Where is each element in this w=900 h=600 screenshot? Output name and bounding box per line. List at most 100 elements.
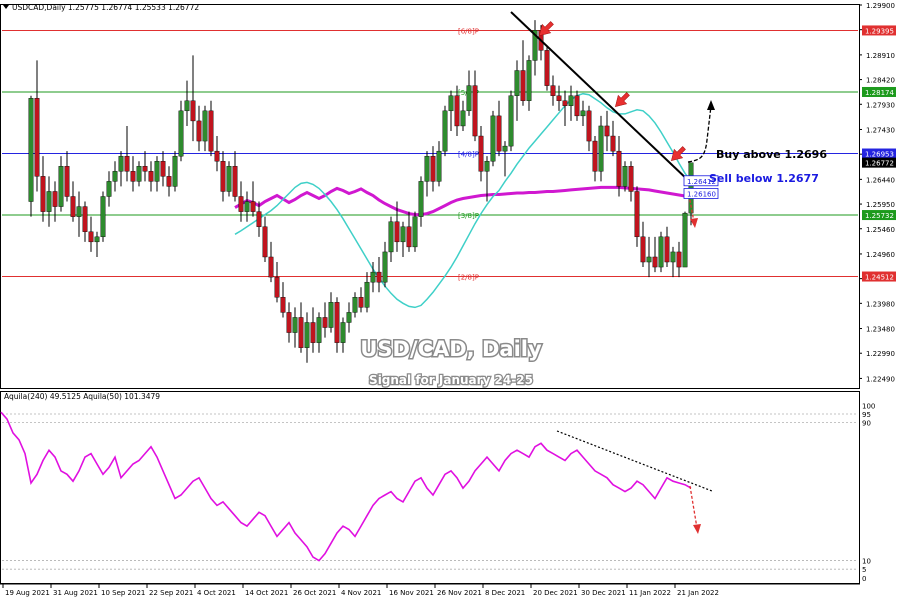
candle-body-86	[544, 50, 550, 86]
candle-body-4	[52, 191, 58, 207]
price-tick-label-13: 1.23480	[866, 326, 895, 334]
level-label-3: [3/8]P	[458, 212, 479, 220]
candle-body-67	[430, 155, 436, 182]
candle-body-80	[508, 95, 514, 147]
candle-body-82	[520, 70, 526, 101]
time-tick-label-0: 19 Aug 2021	[5, 589, 50, 597]
candle-body-102	[640, 236, 646, 263]
candle-body-44	[292, 317, 298, 333]
time-tick-label-12: 30 Dec 2021	[581, 589, 626, 597]
candle-body-2	[40, 176, 46, 212]
candle-body-68	[436, 150, 442, 182]
candle-body-8	[76, 206, 82, 217]
candle-body-34	[232, 166, 238, 197]
candle-body-59	[382, 251, 388, 283]
candle-body-105	[658, 236, 664, 268]
candle-body-89	[562, 100, 568, 106]
candle-body-20	[148, 171, 154, 182]
candle-body-47	[310, 322, 316, 343]
candle-body-87	[550, 85, 556, 96]
price-tick-label-7: 1.26440	[866, 176, 895, 184]
candle-body-54	[352, 297, 358, 313]
time-tick-label-2: 10 Sep 2021	[101, 589, 145, 597]
candle-body-109	[682, 212, 688, 268]
level-tag-text-1: 1.28174	[865, 89, 894, 97]
candle-body-10	[88, 231, 94, 243]
candle-body-61	[394, 221, 400, 243]
level-label-2: [4/8]P	[458, 151, 479, 159]
candle-body-18	[136, 166, 142, 182]
time-tick-label-3: 22 Sep 2021	[149, 589, 193, 597]
candle-body-71	[454, 95, 460, 127]
candle-body-55	[358, 297, 364, 308]
price-tick-label-9: 1.25460	[866, 226, 895, 234]
candle-body-73	[466, 85, 472, 112]
candle-body-108	[676, 251, 682, 268]
price-tick-label-15: 1.22490	[866, 375, 895, 383]
candle-body-13	[106, 181, 112, 197]
candle-body-106	[664, 236, 670, 263]
candle-body-7	[70, 196, 76, 217]
sell-annotation: Sell below 1.2677	[709, 172, 819, 185]
level-tag-text-3: 1.25732	[865, 212, 894, 220]
candle-body-31	[214, 150, 220, 162]
candle-body-36	[244, 201, 250, 212]
candle-body-9	[82, 206, 88, 232]
time-tick-label-10: 8 Dec 2021	[485, 589, 525, 597]
level-label-4: [2/8]P	[458, 274, 479, 282]
candle-body-14	[112, 171, 118, 182]
candle-body-45	[298, 317, 304, 348]
candle-body-66	[424, 155, 430, 182]
price-tick-label-14: 1.22990	[866, 350, 895, 358]
candle-body-41	[274, 276, 280, 298]
time-tick-label-11: 20 Dec 2021	[533, 589, 578, 597]
candle-body-101	[634, 191, 640, 238]
candle-body-24	[172, 155, 178, 187]
candle-body-28	[196, 120, 202, 142]
candle-body-29	[202, 110, 208, 142]
candle-body-72	[460, 110, 466, 127]
candle-body-11	[94, 236, 100, 243]
time-tick-label-5: 14 Oct 2021	[245, 589, 288, 597]
candle-body-95	[598, 125, 604, 172]
indicator-tick-label-5: 0	[862, 575, 866, 583]
candle-body-51	[334, 302, 340, 343]
time-tick-label-4: 4 Oct 2021	[197, 589, 236, 597]
candle-body-52	[340, 322, 346, 343]
candle-body-23	[166, 176, 172, 187]
level-label-0: [6/8]P	[458, 27, 479, 35]
candle-body-79	[502, 145, 508, 152]
candle-body-32	[220, 161, 226, 192]
candle-body-76	[484, 161, 490, 172]
level-tag-text-4: 1.24512	[865, 274, 894, 282]
candle-body-0	[28, 98, 34, 202]
price-tick-label-2: 1.28910	[866, 52, 895, 60]
indicator-tick-label-0: 100	[862, 402, 875, 410]
candle-body-75	[478, 135, 484, 172]
candle-body-22	[160, 161, 166, 177]
candle-body-104	[652, 256, 658, 268]
candle-body-78	[496, 115, 502, 152]
price-tick-label-4: 1.27930	[866, 101, 895, 109]
level-tag-text-2: 1.26953	[865, 151, 894, 159]
candle-body-26	[184, 100, 190, 112]
candle-body-15	[118, 155, 124, 172]
candle-body-5	[58, 166, 64, 207]
candle-body-83	[526, 60, 532, 101]
candle-body-74	[472, 85, 478, 137]
candle-body-107	[670, 251, 676, 263]
time-tick-label-1: 31 Aug 2021	[53, 589, 98, 597]
price-tick-label-10: 1.24960	[866, 251, 895, 259]
candle-body-65	[418, 181, 424, 217]
candle-body-30	[208, 110, 214, 152]
candle-body-17	[130, 171, 136, 182]
candle-body-38	[256, 211, 262, 227]
candle-body-92	[580, 110, 586, 117]
candle-body-94	[592, 140, 598, 172]
candle-body-77	[490, 115, 496, 162]
candle-body-96	[604, 125, 610, 137]
candle-body-19	[142, 166, 148, 172]
time-tick-label-13: 11 Jan 2022	[629, 589, 671, 597]
level-tag-text-0: 1.29395	[865, 27, 894, 35]
candle-body-90	[568, 95, 574, 106]
